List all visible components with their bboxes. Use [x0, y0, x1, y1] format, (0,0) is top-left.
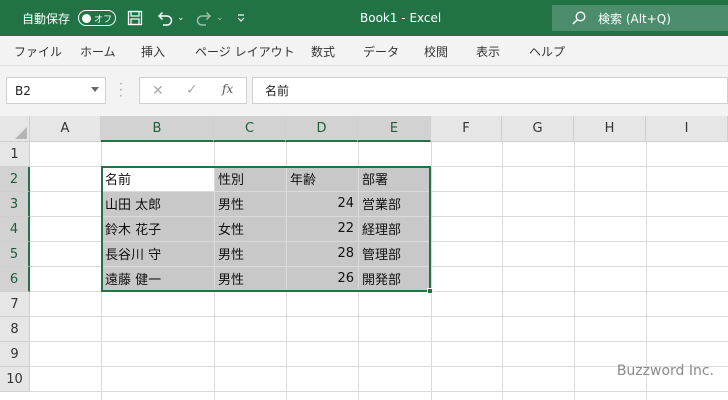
column-header-i[interactable]: I [646, 116, 728, 142]
tab-help[interactable]: ヘルプ [529, 43, 565, 60]
row-header-2[interactable]: 2 [0, 167, 30, 192]
chevron-down-icon[interactable] [91, 87, 99, 92]
row-header-6[interactable]: 6 [0, 267, 30, 292]
save-icon[interactable] [127, 0, 143, 36]
drag-handle-icon[interactable]: · · · [119, 78, 123, 102]
row-header-8[interactable]: 8 [0, 317, 30, 342]
row-header-9[interactable]: 9 [0, 342, 30, 367]
formula-value: 名前 [265, 84, 290, 98]
column-header-f[interactable]: F [431, 116, 502, 142]
column-header-a[interactable]: A [30, 116, 101, 142]
worksheet-grid[interactable]: A B C D E F G H I 1 2 3 4 5 6 7 8 9 10 名… [0, 116, 728, 400]
row-header-3[interactable]: 3 [0, 192, 30, 217]
row-header-5[interactable]: 5 [0, 242, 30, 267]
search-label: 検索 (Alt+Q) [598, 11, 671, 26]
tab-data[interactable]: データ [363, 43, 399, 60]
row-header-1[interactable]: 1 [0, 142, 30, 167]
checkmark-icon[interactable]: ✓ [186, 82, 198, 98]
gridline [574, 142, 575, 400]
column-header-d[interactable]: D [286, 116, 358, 142]
gridline [30, 341, 728, 342]
document-title: Book1 - Excel [360, 11, 442, 25]
autosave-toggle[interactable]: オフ [78, 10, 116, 26]
formula-bar: B2 · · · ✕ ✓ fx 名前 [0, 66, 728, 116]
undo-dropdown-icon[interactable]: ⌄ [177, 0, 185, 36]
toggle-knob [82, 13, 91, 23]
title-bar: 自動保存 オフ ⌄ ⌄ Book1 - Excel 検索 (Alt+Q) [0, 0, 728, 36]
customize-toolbar-icon[interactable] [236, 0, 246, 36]
autosave-label: 自動保存 [22, 11, 71, 26]
search-box[interactable]: 検索 (Alt+Q) [552, 5, 728, 31]
row-header-4[interactable]: 4 [0, 217, 30, 242]
fill-handle[interactable] [427, 288, 433, 294]
undo-icon[interactable] [156, 0, 174, 36]
tab-home[interactable]: ホーム [80, 43, 116, 60]
redo-icon[interactable] [195, 0, 213, 36]
selection-border [101, 166, 431, 292]
select-all-icon [15, 127, 27, 139]
column-header-e[interactable]: E [358, 116, 431, 142]
name-box-value: B2 [15, 83, 31, 98]
select-all-button[interactable] [0, 116, 30, 142]
row-header-10[interactable]: 10 [0, 367, 30, 392]
formula-input[interactable]: 名前 [252, 77, 728, 104]
tab-formulas[interactable]: 数式 [311, 43, 335, 60]
gridline [30, 316, 728, 317]
insert-function-icon[interactable]: fx [222, 82, 233, 96]
column-header-b[interactable]: B [101, 116, 214, 142]
gridline [431, 142, 432, 400]
name-box[interactable]: B2 [6, 77, 106, 104]
gridline [502, 142, 503, 400]
gridline [646, 142, 647, 400]
column-header-c[interactable]: C [214, 116, 286, 142]
formula-buttons: ✕ ✓ fx [139, 77, 247, 104]
watermark: Buzzword Inc. [616, 363, 714, 379]
tab-insert[interactable]: 挿入 [141, 43, 165, 60]
gridline [30, 391, 728, 392]
column-header-g[interactable]: G [502, 116, 574, 142]
redo-dropdown-icon[interactable]: ⌄ [216, 0, 224, 36]
search-icon [572, 11, 586, 25]
tab-view[interactable]: 表示 [476, 43, 500, 60]
tab-file[interactable]: ファイル [14, 43, 62, 60]
cancel-icon[interactable]: ✕ [152, 83, 164, 99]
tab-page-layout[interactable]: ページ レイアウト [195, 43, 295, 60]
row-header-7[interactable]: 7 [0, 292, 30, 317]
column-header-h[interactable]: H [574, 116, 646, 142]
autosave-state: オフ [94, 14, 113, 25]
tab-review[interactable]: 校閲 [424, 43, 448, 60]
ribbon-tabs: ファイル ホーム 挿入 ページ レイアウト 数式 データ 校閲 表示 ヘルプ [0, 36, 728, 66]
